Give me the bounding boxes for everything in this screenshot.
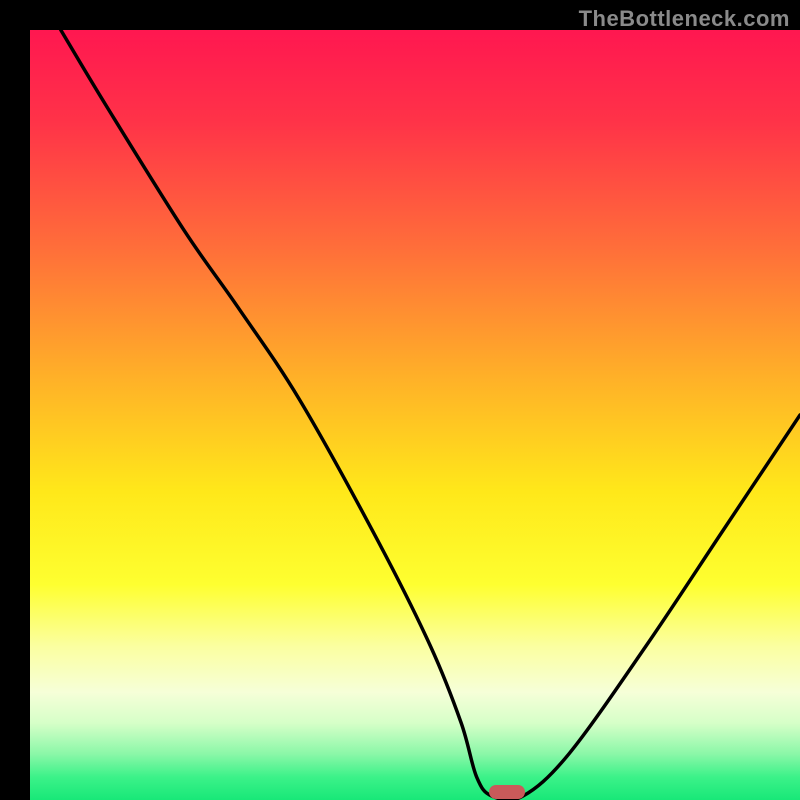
- bottleneck-curve: [61, 30, 800, 800]
- plot-area: [30, 30, 800, 800]
- optimal-marker: [489, 785, 525, 799]
- attribution-label: TheBottleneck.com: [579, 6, 790, 32]
- curve-layer: [30, 30, 800, 800]
- chart-frame: TheBottleneck.com: [0, 0, 800, 800]
